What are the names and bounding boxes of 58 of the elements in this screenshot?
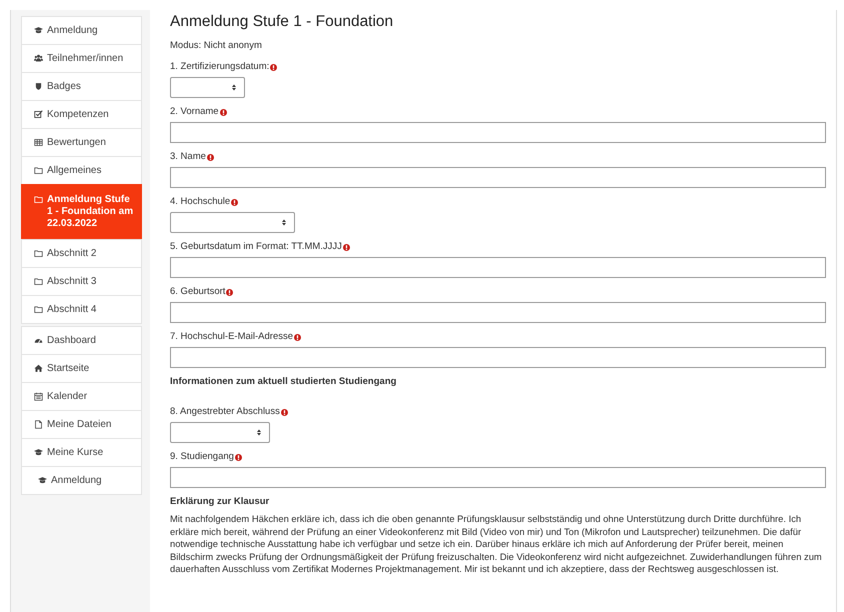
file-icon [34,420,43,429]
field-label: 6. Geburtsort [170,286,226,298]
folder-icon [34,249,43,258]
checkbox-icon [34,110,43,119]
sidebar-item[interactable]: Badges [21,72,142,101]
folder-icon [34,277,43,286]
input-field[interactable] [170,302,826,323]
sidebar-item[interactable]: Abschnitt 3 [21,267,142,296]
sort-caret-icon [257,429,261,436]
table-icon [34,138,43,147]
sidebar-item[interactable]: Anmeldung [21,466,142,495]
input-field[interactable] [170,257,826,278]
sidebar-item[interactable]: Kompetenzen [21,100,142,129]
field-label: 3. Name [170,151,206,163]
sidebar-item[interactable]: Dashboard [21,326,142,355]
sidebar-item[interactable]: Abschnitt 4 [21,295,142,324]
sidebar-item[interactable]: Bewertungen [21,128,142,157]
field-label: 2. Vorname [170,106,219,118]
sidebar-item[interactable]: Teilnehmer/innen [21,44,142,73]
dropdown-select[interactable] [170,77,245,98]
gauge-icon [34,336,43,345]
dropdown-select[interactable] [170,212,295,233]
input-field[interactable] [170,167,826,188]
declaration-text: Mit nachfolgendem Häkchen erkläre ich, dass ich die oben genannte Prüfungsklausur selbstständig und ohne Unterstützung durch Dritte durchführe. Ich erkläre mich bereit, während der Prüfung an einer Videokonferenz mit Bild (Video von mir) und Ton (Mikrofon und Lautsprecher) teilzunehmen. Die dafür notwendige technische Ausstattung habe ich verfügbar und setze ich ein. Darüber hinaus erkläre ich mich auf Anforderung der Prüfer bereit, meinen Bildschirm zwecks Prüfung der Ordnungsmäßigkeit der Prüfung freizuschalten. Die Videokonferenz wird nicht aufgezeichnet. Zuwiderhandlungen führen zum dauerhaften Ausschluss vom Zertifikat Modernes Projektmanagement. Mir ist bekannt und ich akzeptiere, dass der Rechtsweg ausgeschlossen ist. [170,513,823,576]
sidebar-item[interactable]: Kalender [21,382,142,411]
sort-caret-icon [232,84,236,91]
field-label: 7. Hochschul-E-Mail-Adresse [170,331,294,343]
input-field[interactable] [170,122,826,143]
dropdown-select[interactable] [170,422,270,443]
graduation-cap-icon [34,448,43,457]
graduation-cap-icon [38,476,47,485]
section-heading: Informationen zum aktuell studierten Studiengang [170,376,398,388]
users-icon [34,54,43,63]
section-heading: Erklärung zur Klausur [170,496,270,508]
calendar-icon [34,392,43,401]
field-label: 9. Studiengang [170,451,234,463]
folder-icon [34,195,43,204]
sidebar-item[interactable]: Anmeldung Stufe 1 - Foundation am 22.03.2022 [21,184,142,240]
shield-icon [34,82,43,91]
field-label: 1. Zertifizierungsdatum: [170,61,270,73]
graduation-cap-icon [34,26,43,35]
sidebar-item[interactable]: Meine Kurse [21,438,142,467]
home-icon [34,364,43,373]
sidebar-item[interactable]: Anmeldung [21,16,142,45]
field-label: 8. Angestrebter Abschluss [170,406,280,418]
input-field[interactable] [170,467,826,488]
field-label: 5. Geburtsdatum im Format: TT.MM.JJJJ [170,241,342,253]
form-title: Anmeldung Stufe 1 - Foundation [170,12,394,32]
folder-icon [34,305,43,314]
sidebar-item[interactable]: Abschnitt 2 [21,239,142,268]
sidebar-item[interactable]: Startseite [21,354,142,383]
field-label: 4. Hochschule [170,196,230,208]
input-field[interactable] [170,347,826,368]
sidebar-item[interactable]: Allgemeines [21,156,142,185]
folder-icon [34,166,43,175]
mode-text: Modus: Nicht anonym [170,40,263,52]
sidebar-item[interactable]: Meine Dateien [21,410,142,439]
sort-caret-icon [282,219,286,226]
